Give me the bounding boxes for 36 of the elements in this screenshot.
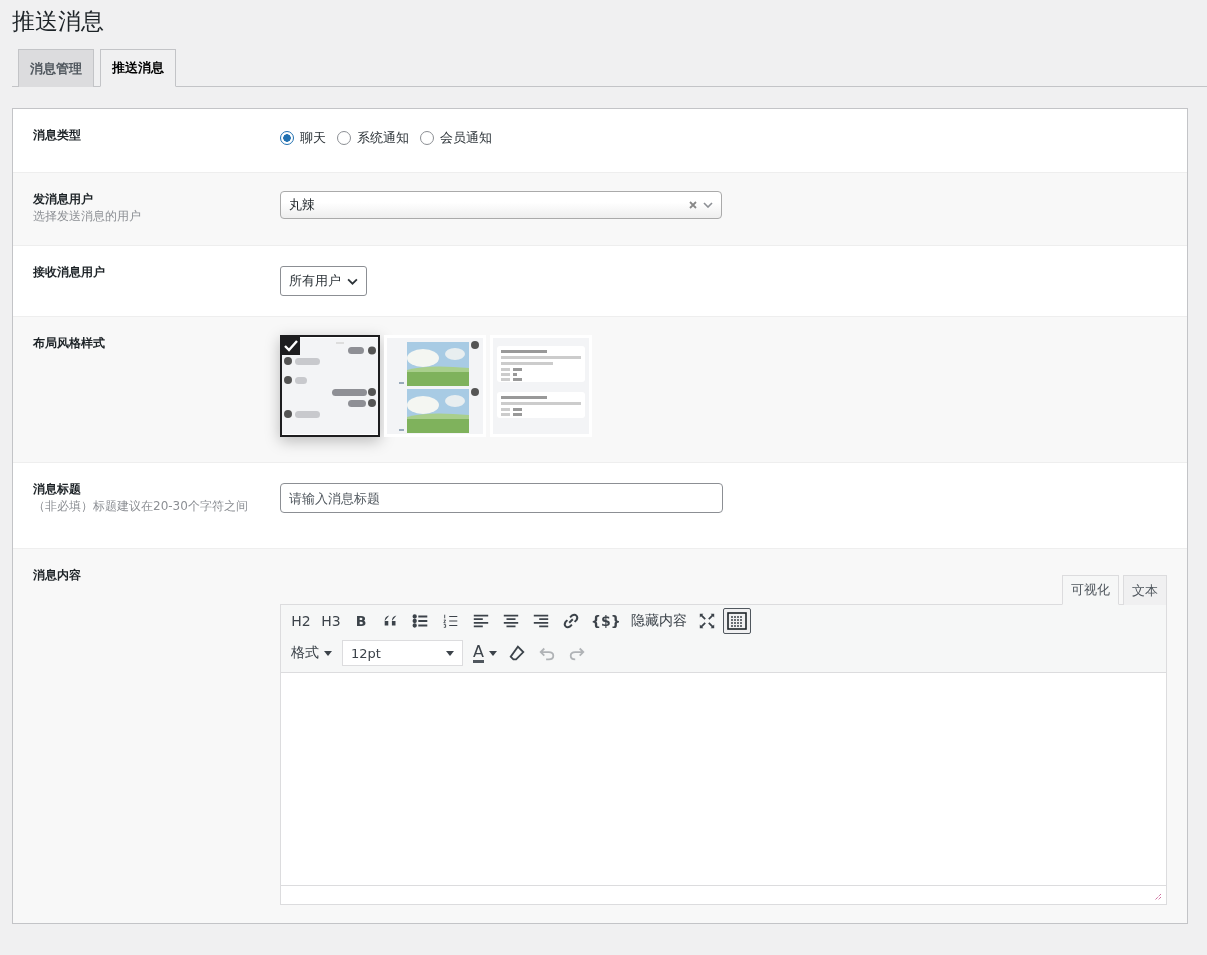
radio-option[interactable]: 会员通知 <box>420 129 492 147</box>
field-label: 消息类型 <box>33 127 82 144</box>
text-color-button[interactable]: A <box>469 640 501 666</box>
caret-icon <box>488 650 497 656</box>
caret-icon <box>324 650 332 656</box>
editor-mode-tab[interactable]: 可视化 <box>1062 575 1119 605</box>
chevron-down-icon <box>347 277 358 285</box>
toolbar-button[interactable]: {$} <box>587 608 625 634</box>
radio-option[interactable]: 聊天 <box>280 129 326 147</box>
field-label: 消息标题 <box>33 481 82 498</box>
editor-mode-tab[interactable]: 文本 <box>1123 575 1167 605</box>
toolbar-button[interactable]: H3 <box>317 608 345 634</box>
recipient-select[interactable]: 所有用户 <box>280 266 367 296</box>
chevron-down-icon <box>703 202 713 208</box>
field-label: 布局风格样式 <box>33 335 106 352</box>
caret-icon <box>446 650 454 656</box>
page-title: 推送消息 <box>12 7 105 36</box>
title-input[interactable]: 请输入消息标题 <box>280 483 723 513</box>
format-menu[interactable]: 格式 <box>287 640 336 666</box>
toolbar-button[interactable]: H2 <box>287 608 315 634</box>
resize-handle-icon[interactable] <box>1154 893 1162 901</box>
toolbar-button[interactable]: B <box>347 608 375 634</box>
font-size-select[interactable]: 12pt <box>342 640 463 666</box>
tab[interactable]: 推送消息 <box>100 49 176 87</box>
field-hint: （非必填）标题建议在20-30个字符之间 <box>33 500 249 514</box>
toolbar-button[interactable]: 隐藏内容 <box>626 608 691 634</box>
keyboard-icon[interactable] <box>722 608 751 634</box>
user-select[interactable]: 丸辣 <box>280 191 722 219</box>
field-label: 接收消息用户 <box>33 264 106 281</box>
tab[interactable]: 消息管理 <box>18 49 94 87</box>
checkmark-icon <box>282 337 300 355</box>
clear-icon <box>689 201 697 209</box>
radio-option[interactable]: 系统通知 <box>337 129 409 147</box>
field-label: 发消息用户 <box>33 191 94 208</box>
field-label: 消息内容 <box>33 567 82 584</box>
field-hint: 选择发送消息的用户 <box>33 210 142 224</box>
